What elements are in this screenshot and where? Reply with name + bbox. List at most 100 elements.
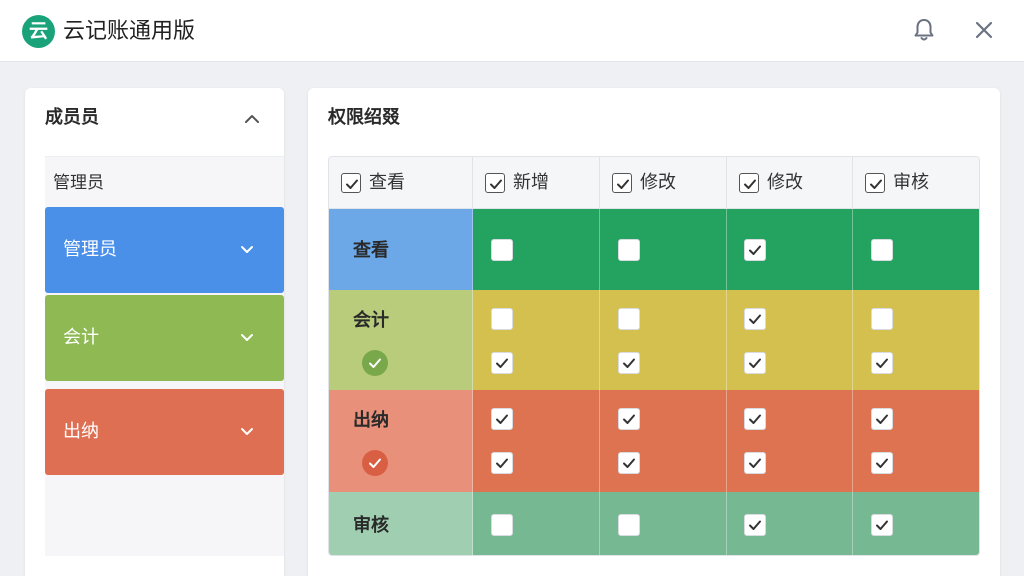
permission-checkbox[interactable] <box>744 513 766 536</box>
check-icon <box>490 179 502 189</box>
permission-checkbox[interactable] <box>871 308 893 330</box>
check-icon <box>617 179 629 189</box>
role-item[interactable]: 管理员 <box>45 207 284 293</box>
status-ok-icon <box>362 350 388 376</box>
permission-cell <box>600 390 727 492</box>
status-ok-icon <box>362 450 388 476</box>
check-icon <box>495 458 508 468</box>
permission-checkbox[interactable] <box>490 408 513 430</box>
column-header-label: 新增 <box>513 172 549 193</box>
permission-checkbox[interactable] <box>871 352 893 374</box>
permission-checkbox[interactable] <box>617 352 640 374</box>
check-icon <box>749 458 761 468</box>
check-icon <box>744 179 756 189</box>
permission-checkbox[interactable] <box>617 513 640 536</box>
row-header <box>329 390 473 492</box>
members-panel: 成员员 管理员 管理员会计出纳 <box>25 88 284 576</box>
row-header-label: 查看 <box>353 239 389 261</box>
permission-checkbox[interactable] <box>490 513 513 536</box>
column-header: 查看 <box>329 157 473 209</box>
permissions-panel-title: 权限绍叕 <box>328 107 400 128</box>
top-bar: 云 云记账通用版 <box>0 0 1024 62</box>
check-icon <box>369 358 381 368</box>
column-select-checkbox[interactable] <box>341 173 361 193</box>
permission-checkbox[interactable] <box>490 452 513 474</box>
check-icon <box>346 179 358 189</box>
check-icon <box>876 520 888 530</box>
check-icon <box>495 358 508 368</box>
permission-checkbox[interactable] <box>490 308 513 330</box>
row-header-label: 出纳 <box>353 410 389 431</box>
check-icon <box>622 358 635 368</box>
permission-checkbox[interactable] <box>744 308 766 330</box>
check-icon <box>749 314 761 324</box>
check-icon <box>876 358 888 368</box>
permission-checkbox[interactable] <box>490 238 513 261</box>
chevron-down-icon[interactable] <box>237 239 257 259</box>
check-icon <box>870 179 882 189</box>
check-icon <box>495 414 508 424</box>
role-item-label: 会计 <box>63 327 99 348</box>
role-item[interactable]: 出纳 <box>45 389 284 475</box>
permission-checkbox[interactable] <box>490 352 513 374</box>
app-logo: 云 <box>22 15 55 48</box>
permission-checkbox[interactable] <box>871 452 893 474</box>
role-group-label: 管理员 <box>53 173 104 193</box>
bell-icon[interactable] <box>910 16 938 44</box>
permission-cell <box>727 290 853 390</box>
column-header-label: 查看 <box>369 172 405 193</box>
check-icon <box>749 414 761 424</box>
permission-checkbox[interactable] <box>617 408 640 430</box>
permission-cell <box>727 390 853 492</box>
check-icon <box>749 245 761 255</box>
check-icon <box>876 414 888 424</box>
role-item[interactable]: 会计 <box>45 295 284 381</box>
column-header: 修改 <box>727 157 853 209</box>
column-header: 修改 <box>600 157 727 209</box>
check-icon <box>749 520 761 530</box>
permission-checkbox[interactable] <box>744 452 766 474</box>
permission-cell <box>600 290 727 390</box>
chevron-down-icon[interactable] <box>237 421 257 441</box>
check-icon <box>876 458 888 468</box>
app-title: 云记账通用版 <box>63 19 196 44</box>
role-item-label: 管理员 <box>63 239 117 260</box>
check-icon <box>369 458 381 468</box>
column-header-label: 修改 <box>767 172 803 193</box>
permission-checkbox[interactable] <box>744 352 766 374</box>
column-select-checkbox[interactable] <box>612 173 632 193</box>
permission-checkbox[interactable] <box>871 238 893 261</box>
chevron-up-icon[interactable] <box>241 108 263 130</box>
permission-cell <box>853 390 979 492</box>
permission-matrix: 查看 新增 修改 修改 审核 查看 会计 出纳 审核 <box>328 156 980 556</box>
permission-checkbox[interactable] <box>617 238 640 261</box>
column-header: 审核 <box>853 157 979 209</box>
permission-checkbox[interactable] <box>871 408 893 430</box>
permission-cell <box>473 390 600 492</box>
permission-cell <box>853 290 979 390</box>
permission-checkbox[interactable] <box>744 238 766 261</box>
check-icon <box>622 414 635 424</box>
column-select-checkbox[interactable] <box>865 173 885 193</box>
column-select-checkbox[interactable] <box>485 173 505 193</box>
column-header-label: 修改 <box>640 172 676 193</box>
permission-cell <box>473 290 600 390</box>
role-item-label: 出纳 <box>63 421 99 442</box>
check-icon <box>749 358 761 368</box>
column-header: 新增 <box>473 157 600 209</box>
check-icon <box>622 458 635 468</box>
permission-checkbox[interactable] <box>871 513 893 536</box>
chevron-down-icon[interactable] <box>237 327 257 347</box>
row-header <box>329 290 473 390</box>
row-header-label: 审核 <box>353 514 389 536</box>
permission-checkbox[interactable] <box>744 408 766 430</box>
column-header-label: 审核 <box>893 172 929 193</box>
close-icon[interactable] <box>972 18 996 42</box>
permission-checkbox[interactable] <box>617 452 640 474</box>
role-group: 管理员 管理员会计出纳 <box>45 156 284 556</box>
permissions-panel: 权限绍叕 查看 新增 修改 修改 审核 查看 会计 出纳 审核 <box>308 88 1000 576</box>
column-select-checkbox[interactable] <box>739 173 759 193</box>
permission-checkbox[interactable] <box>617 308 640 330</box>
row-header-label: 会计 <box>353 310 389 331</box>
members-panel-title: 成员员 <box>45 107 99 128</box>
